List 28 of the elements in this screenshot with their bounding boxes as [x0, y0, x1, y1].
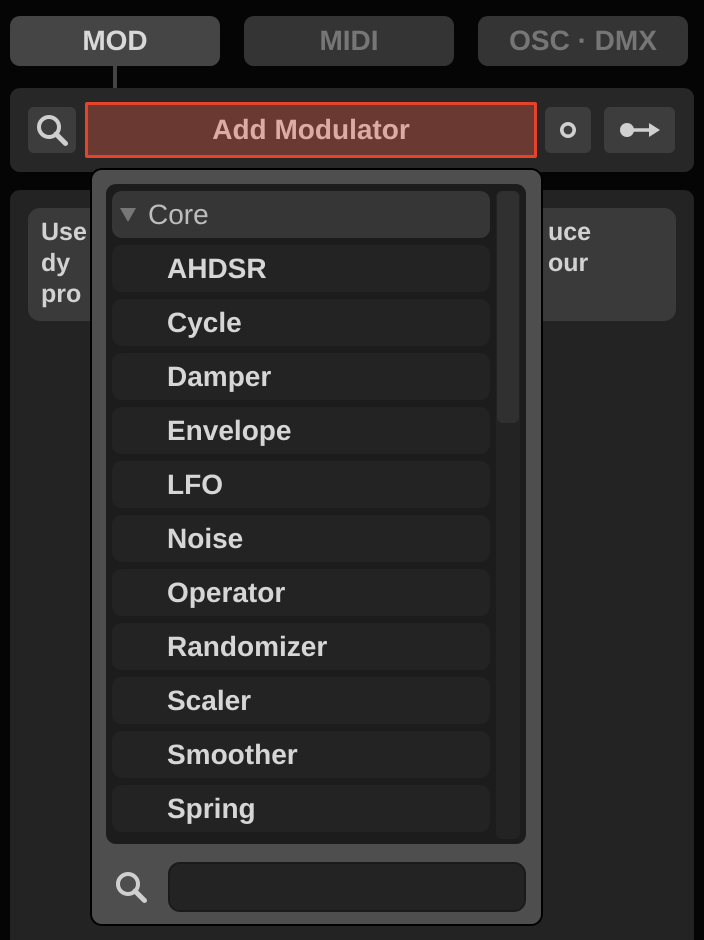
dot-arrow-icon	[620, 122, 660, 138]
search-icon	[115, 871, 147, 903]
add-modulator-button[interactable]: Add Modulator	[85, 102, 537, 158]
arrow-button[interactable]	[604, 107, 675, 153]
ring-button[interactable]	[545, 107, 591, 153]
menu-item[interactable]: Randomizer	[112, 623, 490, 670]
menu-item[interactable]: AHDSR	[112, 245, 490, 292]
search-field[interactable]	[168, 862, 526, 912]
description-text: Use	[41, 217, 87, 248]
search-button[interactable]	[28, 107, 76, 153]
ring-icon	[560, 122, 576, 138]
description-text: dy	[41, 248, 70, 279]
description-text: uce	[548, 217, 592, 248]
menu-item[interactable]: Operator	[112, 569, 490, 616]
tab-connector	[113, 66, 117, 88]
menu-item[interactable]: Spring	[112, 785, 490, 832]
description-text: pro	[41, 279, 82, 310]
search-icon	[36, 114, 68, 146]
menu-item[interactable]: Cycle	[112, 299, 490, 346]
description-text: our	[548, 248, 588, 279]
menu-item[interactable]: Scaler	[112, 677, 490, 724]
menu-item[interactable]: LFO	[112, 461, 490, 508]
tab[interactable]: MOD	[10, 16, 220, 66]
menu-group-header[interactable]: Core	[112, 191, 490, 238]
menu-item[interactable]: Smoother	[112, 731, 490, 778]
menu-item[interactable]: Noise	[112, 515, 490, 562]
menu-item[interactable]: Envelope	[112, 407, 490, 454]
menu-item[interactable]: Damper	[112, 353, 490, 400]
